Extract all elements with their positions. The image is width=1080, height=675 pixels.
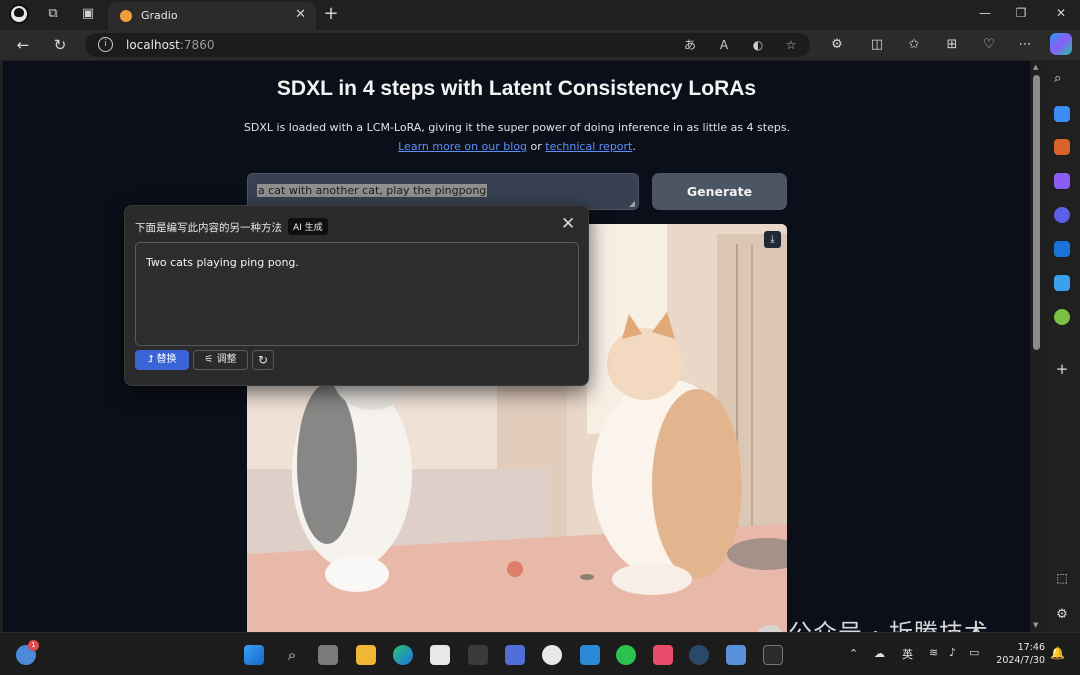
browser-title-bar: ⧉ ▣ Gradio ✕ + — ❐ ✕: [0, 0, 1080, 30]
terminal-icon[interactable]: [763, 645, 783, 665]
refresh-icon[interactable]: ↻: [51, 36, 69, 54]
tab-actions-icon[interactable]: ▣: [80, 6, 96, 22]
workspaces-icon[interactable]: ⧉: [45, 6, 61, 22]
system-clock[interactable]: 17:46 2024/7/30: [995, 641, 1045, 667]
steam-icon[interactable]: [689, 645, 709, 665]
photos-icon[interactable]: [726, 645, 746, 665]
taskbar-search-icon[interactable]: ⌕: [282, 645, 302, 665]
shopping-icon[interactable]: [1054, 106, 1070, 122]
replace-icon: ⮥: [147, 354, 154, 365]
file-explorer-icon[interactable]: [356, 645, 376, 665]
more-icon[interactable]: ⋯: [1016, 36, 1034, 54]
notification-badge: 1: [28, 640, 39, 651]
store-icon[interactable]: [430, 645, 450, 665]
unity-icon[interactable]: [468, 645, 488, 665]
read-aloud-icon[interactable]: あ: [682, 37, 698, 53]
window-close-icon[interactable]: ✕: [1052, 6, 1070, 22]
battery-icon[interactable]: ▭: [969, 646, 979, 659]
page-description: SDXL is loaded with a LCM-LoRA, giving i…: [243, 121, 791, 153]
page-title: SDXL in 4 steps with Latent Consistency …: [276, 77, 757, 100]
adjust-button[interactable]: ⚟ 调整: [193, 350, 248, 370]
task-view-icon[interactable]: [318, 645, 338, 665]
back-icon[interactable]: ←: [14, 36, 32, 54]
notifications-bell-icon[interactable]: 🔔: [1050, 646, 1065, 660]
weather-icon[interactable]: ☁: [874, 647, 885, 660]
adjust-icon: ⚟: [204, 354, 214, 365]
popup-close-icon[interactable]: ✕: [561, 214, 575, 234]
browser-essentials-icon[interactable]: ♡: [980, 36, 998, 54]
collections-icon[interactable]: ⊞: [943, 36, 961, 54]
games-icon[interactable]: [1054, 173, 1070, 189]
tray-chevron-icon[interactable]: ⌃: [849, 647, 858, 660]
windows-taskbar: 1 ⌕ ⌃ ☁ 英 ≋ ♪ ▭ 🔔: [0, 632, 1080, 675]
gradio-favicon-icon: [120, 10, 132, 22]
add-icon[interactable]: +: [1054, 361, 1070, 377]
screenshot-icon[interactable]: ⬚: [1054, 571, 1070, 587]
url-text: localhost:7860: [126, 38, 215, 52]
profile-avatar[interactable]: [9, 4, 29, 24]
minimize-icon[interactable]: —: [976, 6, 994, 22]
generate-button[interactable]: Generate: [652, 173, 787, 210]
clock-date: 2024/7/30: [996, 655, 1045, 666]
scroll-up-icon[interactable]: ▲: [1033, 63, 1038, 71]
prompt-value: a cat with another cat, play the pingpon…: [257, 184, 488, 197]
learn-more-link[interactable]: Learn more on our blog: [398, 140, 527, 153]
scroll-down-icon[interactable]: ▼: [1033, 621, 1038, 629]
wifi-icon[interactable]: ≋: [929, 646, 938, 659]
tab-close-icon[interactable]: ✕: [295, 7, 306, 22]
address-bar[interactable]: i localhost:7860 あ A ◐ ☆: [85, 33, 810, 57]
tree-icon[interactable]: [1054, 309, 1070, 325]
tab-gradio[interactable]: Gradio ✕: [108, 2, 316, 30]
regenerate-icon[interactable]: ↻: [252, 350, 274, 370]
copilot-sidebar-icon[interactable]: [1050, 33, 1072, 55]
settings-icon[interactable]: ⚙: [1054, 607, 1070, 623]
site-info-icon[interactable]: i: [98, 37, 113, 52]
new-tab-icon[interactable]: +: [323, 5, 339, 23]
favorite-icon[interactable]: ☆: [783, 37, 799, 53]
rewrite-text: Two cats playing ping pong.: [146, 256, 299, 269]
tab-title: Gradio: [141, 9, 178, 22]
download-icon[interactable]: ⤓: [764, 231, 781, 248]
copilot-icon[interactable]: ◐: [750, 37, 766, 53]
outlook-icon[interactable]: [1054, 241, 1070, 257]
app-icon[interactable]: [505, 645, 525, 665]
ime-indicator[interactable]: 英: [902, 646, 913, 662]
technical-report-link[interactable]: technical report: [545, 140, 632, 153]
start-icon[interactable]: [244, 645, 264, 665]
scrollbar-thumb[interactable]: [1033, 75, 1040, 350]
replace-button[interactable]: ⮥ 替换: [135, 350, 189, 370]
tools-icon[interactable]: [1054, 139, 1070, 155]
volume-icon[interactable]: ♪: [949, 646, 956, 659]
send-icon[interactable]: [1054, 275, 1070, 291]
edge-icon[interactable]: [393, 645, 413, 665]
extensions-icon[interactable]: ⚙: [828, 36, 846, 54]
favorites-icon[interactable]: ✩: [905, 36, 923, 54]
xbox-icon[interactable]: [542, 645, 562, 665]
resize-handle-icon[interactable]: ◢: [629, 199, 635, 208]
rewrite-textbox[interactable]: Two cats playing ping pong.: [135, 242, 579, 346]
clock-time: 17:46: [1017, 642, 1045, 653]
restore-icon[interactable]: ❐: [1012, 6, 1030, 22]
text-size-icon[interactable]: A: [716, 37, 732, 53]
popup-title: 下面是编写此内容的另一种方法: [135, 222, 282, 234]
vscode-icon[interactable]: [580, 645, 600, 665]
edge-sidebar: ⌕ + ⬚ ⚙: [1044, 61, 1080, 632]
search-icon[interactable]: ⌕: [1054, 71, 1070, 87]
split-screen-icon[interactable]: ◫: [868, 36, 886, 54]
snipping-icon[interactable]: [653, 645, 673, 665]
ai-rewrite-popup: 下面是编写此内容的另一种方法 AI 生成 ✕ Two cats playing …: [124, 205, 589, 386]
copilot-app-icon[interactable]: [1054, 207, 1070, 223]
ai-generated-badge: AI 生成: [288, 218, 328, 235]
wechat-app-icon[interactable]: [616, 645, 636, 665]
